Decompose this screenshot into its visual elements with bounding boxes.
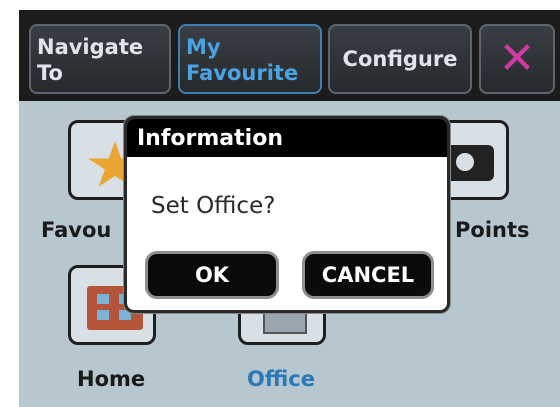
tab-configure[interactable]: Configure (328, 24, 472, 94)
information-dialog: Information Set Office? OK CANCEL (124, 116, 450, 313)
x-icon: ✕ (498, 33, 536, 84)
office-label: Office (247, 367, 315, 391)
ok-button-label: OK (194, 263, 230, 287)
close-button[interactable]: ✕ (479, 24, 555, 94)
home-label: Home (77, 367, 146, 391)
top-tab-bar: Navigate To My Favourite Configure ✕ (19, 10, 560, 101)
cancel-button-label: CANCEL (321, 263, 415, 287)
ok-button[interactable]: OK (145, 251, 279, 299)
tab-configure-label: Configure (342, 47, 458, 71)
tab-my-favourite[interactable]: My Favourite (178, 24, 322, 94)
device-screen: Navigate To My Favourite Configure ✕ Fav… (19, 10, 560, 407)
favourites-label: Favou (41, 218, 112, 242)
points-label: Points (455, 218, 530, 242)
tab-navigate-to-label: Navigate To (37, 35, 144, 85)
dialog-message: Set Office? (151, 193, 276, 219)
cancel-button[interactable]: CANCEL (302, 251, 434, 299)
tab-navigate-to[interactable]: Navigate To (29, 24, 171, 94)
tab-my-favourite-label: My Favourite (186, 35, 299, 85)
dialog-title: Information (127, 119, 447, 157)
